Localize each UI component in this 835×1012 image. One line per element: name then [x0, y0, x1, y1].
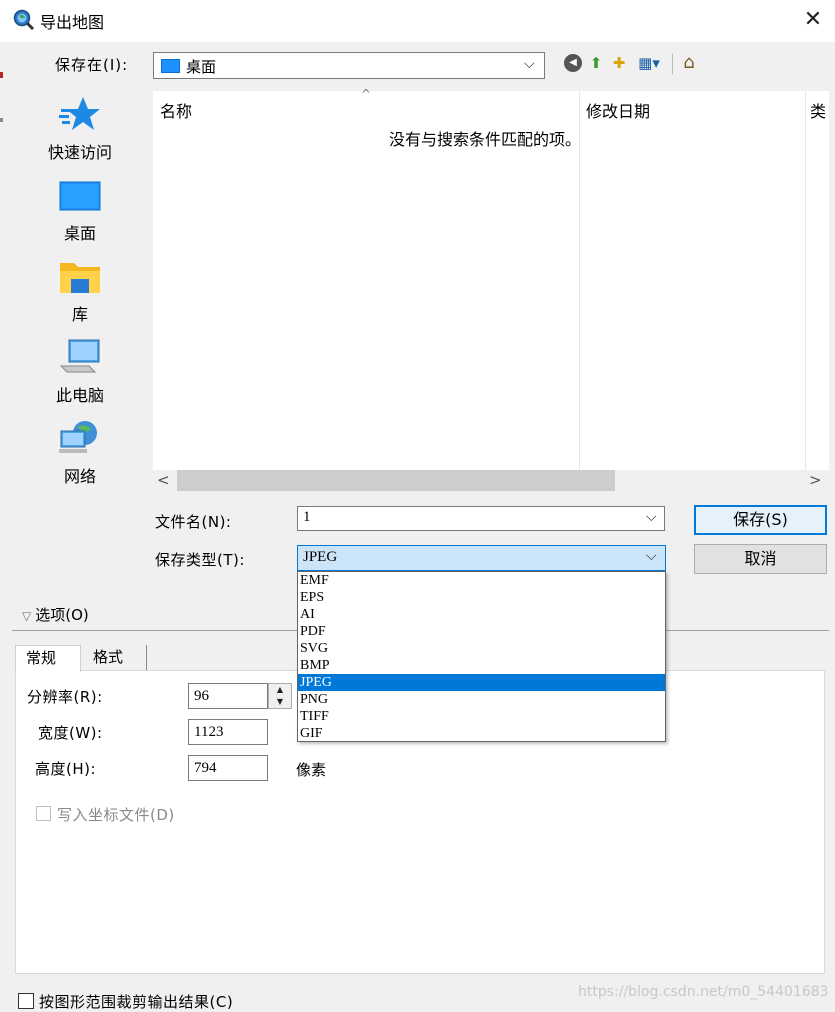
height-input[interactable]: 794 — [188, 755, 268, 781]
scroll-right-icon[interactable]: > — [809, 470, 822, 491]
collapse-arrow-icon: ▽ — [22, 609, 32, 623]
back-icon[interactable]: ◀ — [564, 54, 582, 72]
spin-down-icon[interactable]: ▼ — [269, 696, 291, 708]
file-type-dropdown[interactable]: JPEG ⌵ — [297, 545, 666, 571]
window-edge-artifact — [0, 118, 3, 122]
star-icon — [59, 97, 100, 130]
computer-icon — [59, 339, 100, 373]
spin-up-icon[interactable]: ▲ — [269, 684, 291, 696]
close-button[interactable]: ✕ — [796, 4, 830, 36]
chevron-down-icon: ⌵ — [524, 56, 535, 72]
library-folder-icon — [60, 263, 100, 293]
save-in-value: 桌面 — [186, 58, 217, 76]
watermark-text: https://blog.csdn.net/m0_54401683 — [578, 984, 829, 1000]
file-type-option[interactable]: PDF — [298, 623, 665, 640]
home-icon[interactable]: ⌂ — [680, 54, 698, 72]
file-type-option[interactable]: EPS — [298, 589, 665, 606]
units-label: 像素 — [296, 761, 327, 779]
horizontal-scrollbar[interactable]: < > — [153, 470, 829, 491]
world-file-checkbox[interactable] — [36, 806, 51, 821]
place-this-pc[interactable]: 此电脑 — [12, 330, 148, 408]
options-toggle[interactable]: ▽ 选项(O) — [22, 604, 89, 625]
file-name-label: 文件名(N): — [155, 513, 232, 531]
column-header-date[interactable]: 修改日期 — [586, 98, 650, 122]
options-label: 选项(O) — [35, 606, 89, 624]
window-title: 导出地图 — [40, 13, 105, 32]
file-type-option[interactable]: SVG — [298, 640, 665, 657]
network-icon — [59, 421, 97, 453]
file-list[interactable]: 名称 ^ 修改日期 类 没有与搜索条件匹配的项。 — [153, 87, 829, 470]
world-file-label: 写入坐标文件(D) — [57, 806, 175, 824]
place-label: 此电脑 — [55, 386, 104, 405]
close-icon: ✕ — [803, 7, 823, 32]
new-folder-icon[interactable]: ✚ — [610, 54, 628, 72]
title-bar: 导出地图 ✕ — [0, 0, 835, 42]
tab-general[interactable]: 常规 — [15, 645, 81, 672]
empty-message: 没有与搜索条件匹配的项。 — [389, 130, 582, 149]
places-bar: 快速访问 桌面 库 此电脑 网络 — [12, 87, 148, 597]
file-type-option[interactable]: PNG — [298, 691, 665, 708]
place-label: 快速访问 — [47, 143, 112, 162]
column-header-name[interactable]: 名称 — [160, 98, 192, 122]
sort-ascending-icon: ^ — [361, 87, 372, 101]
save-in-label: 保存在(I): — [55, 56, 129, 74]
tab-format[interactable]: 格式 — [83, 645, 147, 670]
place-label: 网络 — [63, 467, 96, 486]
file-type-option[interactable]: TIFF — [298, 708, 665, 725]
cancel-button[interactable]: 取消 — [694, 544, 827, 574]
resolution-spinner[interactable]: ▲ ▼ — [268, 683, 292, 709]
place-network[interactable]: 网络 — [12, 411, 148, 489]
desktop-icon — [59, 181, 101, 211]
magnifier-globe-icon — [13, 9, 35, 31]
file-name-value: 1 — [303, 509, 311, 525]
file-type-option[interactable]: BMP — [298, 657, 665, 674]
save-in-dropdown[interactable]: 桌面 ⌵ — [153, 52, 545, 79]
file-type-value: JPEG — [303, 549, 338, 565]
scrollbar-thumb[interactable] — [177, 470, 615, 491]
scroll-left-icon[interactable]: < — [157, 470, 170, 491]
file-type-option[interactable]: GIF — [298, 725, 665, 742]
column-separator[interactable] — [805, 91, 806, 470]
place-library[interactable]: 库 — [12, 249, 148, 327]
chevron-down-icon: ⌵ — [646, 548, 657, 564]
place-label: 库 — [71, 305, 88, 324]
width-input[interactable]: 1123 — [188, 719, 268, 745]
view-menu-icon[interactable]: ▦▾ — [634, 54, 664, 72]
file-type-option-selected[interactable]: JPEG — [298, 674, 665, 691]
up-folder-icon[interactable]: ⬆ — [587, 54, 605, 72]
desktop-folder-icon — [161, 59, 180, 73]
width-label: 宽度(W): — [38, 724, 103, 742]
place-desktop[interactable]: 桌面 — [12, 168, 148, 246]
height-label: 高度(H): — [35, 760, 97, 778]
file-name-input[interactable]: 1 ⌵ — [297, 506, 665, 531]
file-type-option[interactable]: EMF — [298, 572, 665, 589]
column-header-type[interactable]: 类 — [810, 98, 826, 122]
chevron-down-icon[interactable]: ⌵ — [646, 509, 657, 525]
save-button[interactable]: 保存(S) — [694, 505, 827, 535]
file-type-option[interactable]: AI — [298, 606, 665, 623]
place-label: 桌面 — [63, 224, 96, 243]
toolbar-separator — [672, 54, 673, 74]
clip-output-checkbox[interactable] — [18, 993, 34, 1009]
clip-output-label: 按图形范围裁剪输出结果(C) — [39, 993, 234, 1011]
place-quick-access[interactable]: 快速访问 — [12, 87, 148, 165]
window-edge-artifact — [0, 72, 3, 78]
resolution-input[interactable]: 96 — [188, 683, 268, 709]
file-type-label: 保存类型(T): — [155, 551, 245, 569]
file-type-options-list[interactable]: EMF EPS AI PDF SVG BMP JPEG PNG TIFF GIF — [297, 571, 666, 742]
resolution-label: 分辨率(R): — [27, 688, 103, 706]
